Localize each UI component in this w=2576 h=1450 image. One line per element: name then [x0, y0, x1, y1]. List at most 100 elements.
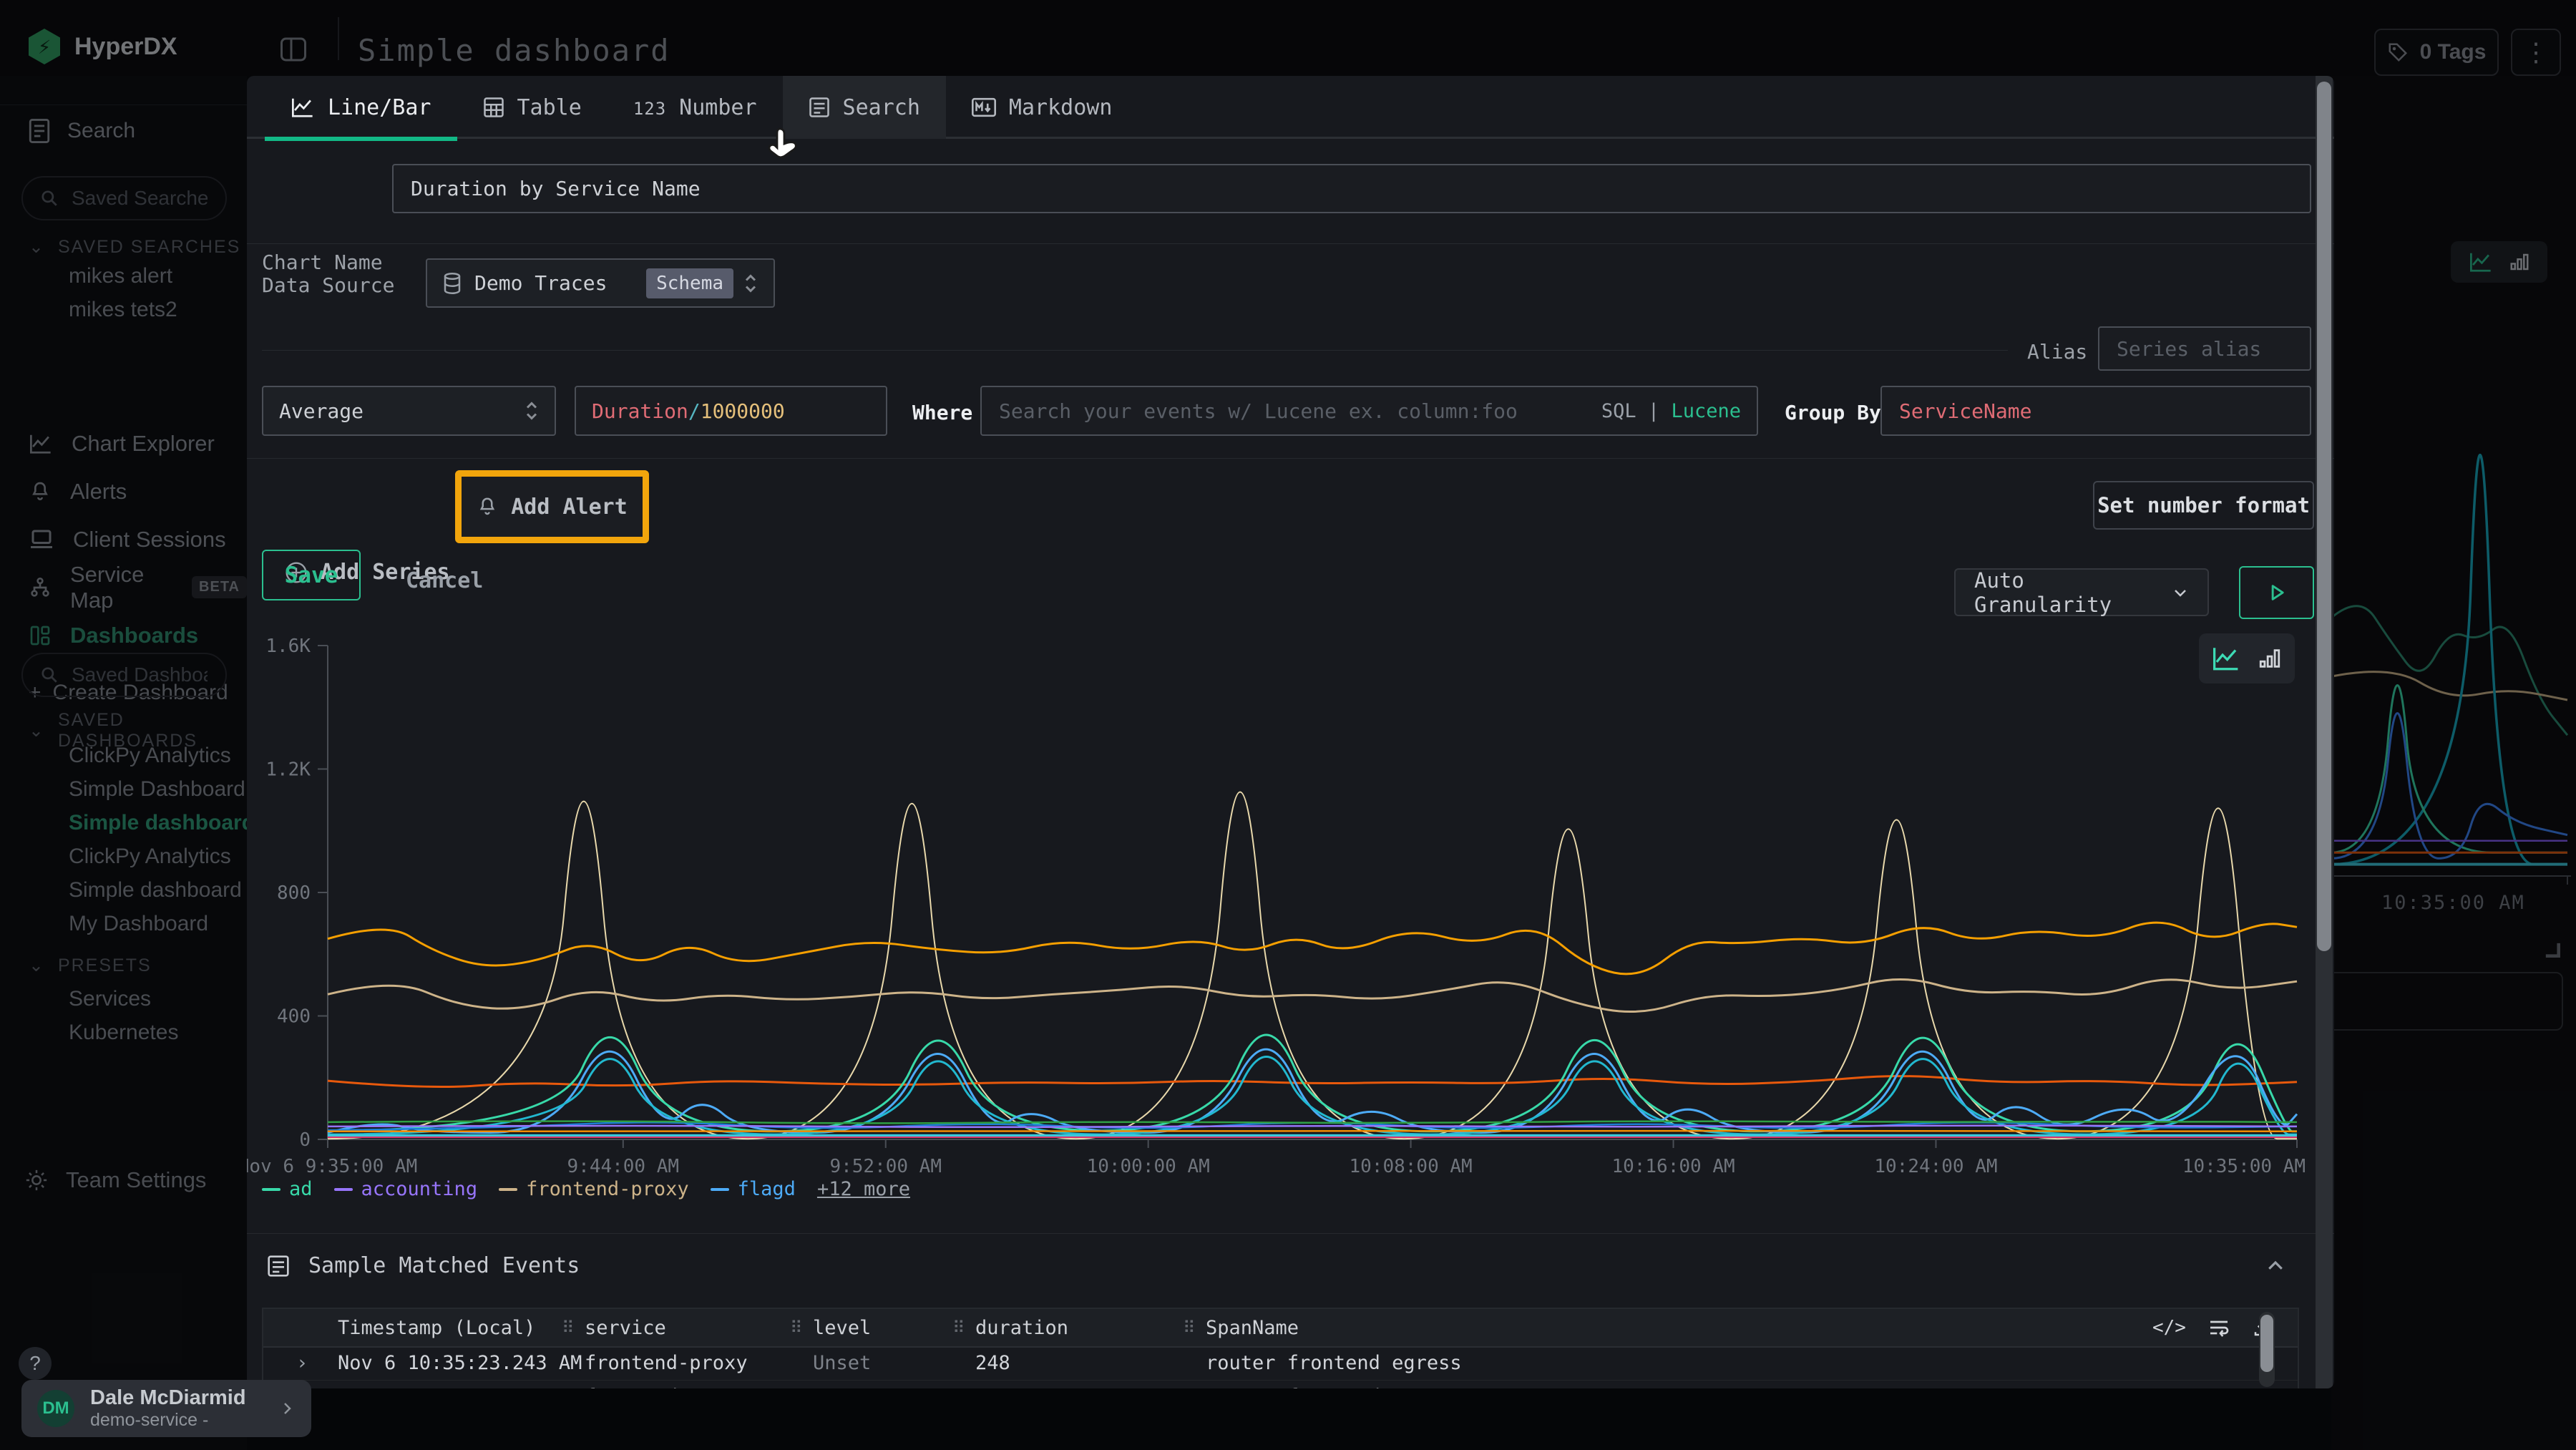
collapse-events-button[interactable] — [2265, 1255, 2286, 1277]
legend-item[interactable]: flagd — [711, 1178, 796, 1200]
svg-text:10:16:00 AM: 10:16:00 AM — [1611, 1156, 1735, 1177]
alias-label: Alias — [2027, 340, 2087, 364]
alias-input[interactable] — [2115, 336, 2294, 361]
save-button[interactable]: Save — [262, 550, 361, 600]
divider — [247, 243, 2334, 244]
svg-text:10:08:00 AM: 10:08:00 AM — [1350, 1156, 1473, 1177]
table-row[interactable]: ›Nov 6 10:35:23.243 AMfrontendUnset249ro… — [263, 1380, 2298, 1388]
markdown-icon — [972, 97, 996, 117]
sql-option[interactable]: SQL — [1601, 400, 1636, 422]
tab-label: Number — [679, 95, 756, 120]
user-subtitle: demo-service - — [90, 1410, 246, 1431]
chart-type-toggle[interactable] — [2199, 633, 2295, 683]
table-row[interactable]: ›Nov 6 10:35:23.243 AMfrontend-proxyUnse… — [263, 1346, 2298, 1381]
svg-text:800: 800 — [277, 882, 311, 904]
run-chart-button[interactable] — [2239, 566, 2314, 619]
column-header-duration[interactable]: duration — [975, 1309, 1068, 1346]
cancel-button[interactable]: Cancel — [390, 561, 499, 600]
chart-name-field[interactable] — [392, 164, 2311, 213]
line-chart-icon — [291, 97, 315, 118]
events-table-header: Timestamp (Local) ⠿ service ⠿ level ⠿ duration… — [263, 1309, 2298, 1348]
tab-search[interactable]: Search — [783, 76, 946, 139]
divider — [247, 1233, 2334, 1234]
column-header-level[interactable]: level — [813, 1309, 871, 1346]
aggregation-select[interactable]: Average — [262, 386, 556, 436]
legend-item[interactable]: ad — [262, 1178, 313, 1200]
cell-level: Unset — [813, 1346, 871, 1380]
svg-text:10:24:00 AM: 10:24:00 AM — [1874, 1156, 1997, 1177]
doc-list-icon — [267, 1255, 290, 1278]
chevron-right-icon — [278, 1400, 296, 1417]
help-button[interactable]: ? — [19, 1347, 52, 1380]
sample-events-header[interactable]: Sample Matched Events — [267, 1253, 580, 1278]
lucene-option[interactable]: Lucene — [1671, 400, 1741, 422]
add-alert-button[interactable]: Add Alert — [455, 470, 649, 543]
modal-scrollbar[interactable] — [2316, 76, 2333, 1388]
svg-text:9:44:00 AM: 9:44:00 AM — [567, 1156, 680, 1177]
cell-duration: 249 — [975, 1380, 1010, 1388]
set-number-format-button[interactable]: Set number format — [2093, 481, 2314, 530]
chart-editor-modal: Line/BarTable 123 Number Search Markdown Cha… — [247, 76, 2334, 1388]
legend-swatch — [262, 1188, 280, 1191]
aggregation-value: Average — [279, 399, 364, 423]
chart-legend: ad accounting frontend-proxy flagd +12 more — [262, 1178, 910, 1200]
chart-name-input[interactable] — [409, 176, 2294, 201]
column-header-timestamp-local-[interactable]: Timestamp (Local) — [338, 1309, 535, 1346]
svg-text:10:35:00 AM: 10:35:00 AM — [2182, 1156, 2306, 1177]
cell-level: Unset — [813, 1380, 871, 1388]
user-menu[interactable]: DM Dale McDiarmid demo-service - — [21, 1380, 311, 1437]
legend-item[interactable]: accounting — [334, 1178, 478, 1200]
alias-divider — [262, 350, 2008, 351]
legend-swatch — [711, 1188, 729, 1191]
svg-text:10:00:00 AM: 10:00:00 AM — [1087, 1156, 1210, 1177]
drag-handle-icon[interactable]: ⠿ — [1183, 1309, 1196, 1346]
bar-chart-icon[interactable] — [2258, 646, 2282, 671]
query-language-toggle[interactable]: SQL | Lucene — [1601, 400, 1741, 422]
legend-label: flagd — [738, 1178, 796, 1200]
avatar: DM — [37, 1390, 74, 1427]
legend-label: accounting — [361, 1178, 478, 1200]
field-expression[interactable]: Duration/1000000 — [575, 386, 887, 436]
alias-field[interactable] — [2098, 326, 2311, 371]
duration-chart: 04008001.2K1.6KNov 6 9:35:00 AM9:44:00 A… — [247, 627, 2314, 1200]
123-icon: 123 — [633, 95, 666, 120]
mouse-cursor — [766, 126, 803, 166]
database-icon — [443, 273, 462, 294]
bell-icon — [477, 496, 498, 517]
wrap-lines-icon[interactable] — [2207, 1316, 2230, 1339]
legend-label: ad — [289, 1178, 313, 1200]
tab-table[interactable]: Table — [457, 76, 608, 139]
data-source-select[interactable]: Demo Traces Schema — [426, 258, 775, 308]
svg-text:9:52:00 AM: 9:52:00 AM — [829, 1156, 942, 1177]
group-by-label: Group By — [1785, 401, 1881, 424]
drag-handle-icon[interactable]: ⠿ — [952, 1309, 965, 1346]
column-header-spanname[interactable]: SpanName — [1206, 1309, 1299, 1346]
drag-handle-icon[interactable]: ⠿ — [790, 1309, 803, 1346]
legend-item[interactable]: frontend-proxy — [499, 1178, 689, 1200]
granularity-select[interactable]: Auto Granularity — [1954, 568, 2209, 616]
tab-number[interactable]: 123 Number — [608, 76, 783, 139]
svg-text:400: 400 — [277, 1006, 311, 1028]
table-icon — [483, 97, 504, 118]
where-search-input[interactable] — [997, 399, 1544, 424]
chevron-down-icon — [2172, 584, 2189, 601]
drag-handle-icon[interactable]: ⠿ — [562, 1309, 575, 1346]
where-search-field[interactable]: SQL | Lucene — [980, 386, 1758, 436]
group-by-field[interactable] — [1880, 386, 2311, 436]
tab-markdown[interactable]: Markdown — [946, 76, 1138, 139]
user-name: Dale McDiarmid — [90, 1386, 246, 1410]
svg-text:1.6K: 1.6K — [265, 636, 311, 657]
chart-name-label: Chart Name — [262, 250, 383, 274]
code-icon[interactable]: </> — [2152, 1317, 2186, 1338]
events-scrollbar[interactable] — [2259, 1312, 2275, 1387]
column-header-service[interactable]: service — [585, 1309, 666, 1346]
group-by-input[interactable] — [1898, 399, 2294, 424]
tab-line-bar[interactable]: Line/Bar — [265, 76, 457, 139]
svg-text:0: 0 — [299, 1129, 311, 1151]
row-expander-icon[interactable]: › — [296, 1346, 308, 1380]
editor-tabbar: Line/BarTable 123 Number Search Markdown — [247, 76, 2334, 139]
legend-more-link[interactable]: +12 more — [817, 1178, 910, 1200]
line-chart-icon[interactable] — [2212, 646, 2240, 671]
schema-badge: Schema — [646, 268, 733, 298]
tab-label: Search — [843, 95, 920, 120]
